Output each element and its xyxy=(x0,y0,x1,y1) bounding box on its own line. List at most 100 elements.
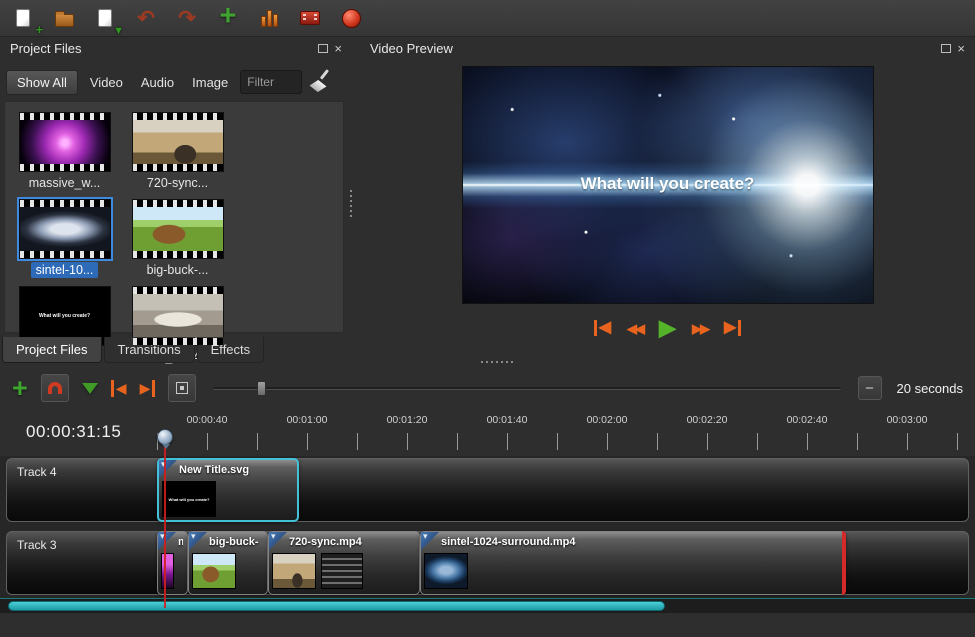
clip-thumbnail xyxy=(272,553,316,589)
project-files-grid: massive_w... 720-sync... sintel-10... bi… xyxy=(4,101,344,333)
clip-menu-icon[interactable]: ▾ xyxy=(158,532,176,550)
slider-handle[interactable] xyxy=(257,381,266,396)
playback-controls: ◀ ◀◀ ▶ ▶▶ ▶ xyxy=(360,317,975,339)
undock-icon[interactable] xyxy=(941,44,951,53)
file-item-big-buck[interactable]: big-buck-... xyxy=(126,199,229,278)
title-thumb-text: What will you create? xyxy=(39,313,90,319)
file-name: sintel-10... xyxy=(31,262,99,278)
clip-new-title[interactable]: ▾ New Title.svg What will you create? xyxy=(157,458,299,522)
video-preview-title: Video Preview xyxy=(370,41,935,56)
timeline-toolbar: + ◀ ▶ − 20 seconds xyxy=(0,368,975,408)
file-thumbnail xyxy=(19,112,111,172)
track-4: Track 4 ▾ New Title.svg What will you cr… xyxy=(6,458,969,522)
filter-image-button[interactable]: Image xyxy=(186,71,234,94)
redo-icon: ↷ xyxy=(178,8,196,29)
clip-end-marker xyxy=(842,531,846,595)
clip-720-sync[interactable]: ▾ 720-sync.mp4 xyxy=(268,531,420,595)
file-thumbnail xyxy=(132,199,224,259)
next-marker-button[interactable]: ▶ xyxy=(140,380,156,397)
clip-menu-icon[interactable]: ▾ xyxy=(189,532,207,550)
timeline-ruler[interactable]: 00:00:40 00:01:00 00:01:20 00:01:40 00:0… xyxy=(0,410,975,456)
filter-input[interactable] xyxy=(240,70,302,94)
new-project-button[interactable]: + xyxy=(10,5,36,31)
zoom-out-button[interactable]: − xyxy=(858,376,882,400)
tab-project-files[interactable]: Project Files xyxy=(2,337,102,363)
snapping-toggle-button[interactable] xyxy=(41,374,69,402)
import-files-button[interactable]: + xyxy=(215,5,241,31)
main-toolbar: + ▼ ↶ ↷ + xyxy=(0,0,975,37)
choose-profile-button[interactable] xyxy=(256,5,282,31)
timeline-zoom-slider[interactable] xyxy=(213,377,840,399)
clip-big-buck[interactable]: ▾ big-buck- xyxy=(188,531,268,595)
rewind-button[interactable]: ◀◀ xyxy=(627,322,643,335)
export-video-button[interactable] xyxy=(338,5,364,31)
file-item-massive[interactable]: massive_w... xyxy=(13,112,116,191)
clip-thumbnail xyxy=(192,553,236,589)
ruler-label: 00:02:40 xyxy=(787,414,828,426)
redo-button[interactable]: ↷ xyxy=(174,5,200,31)
scrollbar-thumb[interactable] xyxy=(8,601,665,611)
clip-menu-icon[interactable]: ▾ xyxy=(269,532,287,550)
file-name: 720-sync... xyxy=(142,175,213,191)
video-preview-panel: Video Preview × What will you create? ◀ … xyxy=(360,37,975,363)
ruler-label: 00:02:00 xyxy=(587,414,628,426)
video-preview-canvas: What will you create? xyxy=(462,66,874,304)
playhead-marker[interactable] xyxy=(157,429,173,445)
magnet-icon xyxy=(48,382,62,394)
center-target-icon xyxy=(176,382,188,394)
filmstrip-icon xyxy=(300,11,320,25)
close-panel-icon[interactable]: × xyxy=(334,42,342,55)
clip-thumbnail xyxy=(424,553,468,589)
clip-label: sintel-1024-surround.mp4 xyxy=(441,536,841,548)
timeline-horizontal-scrollbar[interactable] xyxy=(0,598,975,613)
fast-forward-button[interactable]: ▶▶ xyxy=(692,322,708,335)
files-filter-row: Show All Video Audio Image xyxy=(6,67,346,97)
track-name: Track 3 xyxy=(17,538,57,552)
clip-label: 720-sync.mp4 xyxy=(289,536,415,548)
undock-icon[interactable] xyxy=(318,44,328,53)
clip-sintel[interactable]: ▾ sintel-1024-surround.mp4 xyxy=(420,531,846,595)
vertical-splitter-handle[interactable] xyxy=(350,190,352,218)
clip-massive[interactable]: ▾ m xyxy=(157,531,188,595)
jump-to-end-button[interactable]: ▶ xyxy=(724,320,741,336)
file-thumbnail xyxy=(132,112,224,172)
center-playhead-button[interactable] xyxy=(168,374,196,402)
playhead-line xyxy=(164,444,166,608)
project-files-header: Project Files × xyxy=(0,37,352,60)
open-project-button[interactable] xyxy=(51,5,77,31)
project-files-panel: Project Files × Show All Video Audio Ima… xyxy=(0,37,352,363)
ruler-label: 00:02:20 xyxy=(687,414,728,426)
clip-label: big-buck- xyxy=(209,536,263,548)
fullscreen-button[interactable] xyxy=(297,5,323,31)
save-arrow-icon: ▼ xyxy=(113,25,124,37)
export-video-icon xyxy=(342,9,361,28)
undo-button[interactable]: ↶ xyxy=(133,5,159,31)
previous-marker-button[interactable]: ◀ xyxy=(111,380,127,397)
close-panel-icon[interactable]: × xyxy=(957,42,965,55)
play-button[interactable]: ▶ xyxy=(659,317,676,339)
file-item-720-sync[interactable]: 720-sync... xyxy=(126,112,229,191)
profile-bars-icon xyxy=(261,9,278,27)
add-marker-button[interactable] xyxy=(82,383,98,394)
ruler-label: 00:00:40 xyxy=(187,414,228,426)
jump-to-start-button[interactable]: ◀ xyxy=(594,320,611,336)
clip-label: m xyxy=(178,536,183,548)
file-name: big-buck-... xyxy=(142,262,214,278)
ruler-label: 00:03:00 xyxy=(887,414,928,426)
track-name: Track 4 xyxy=(17,465,57,479)
plus-badge-icon: + xyxy=(35,22,43,37)
horizontal-splitter-handle[interactable] xyxy=(481,361,513,363)
clip-menu-icon[interactable]: ▾ xyxy=(159,460,177,478)
clear-filter-broom-icon[interactable] xyxy=(308,70,334,94)
clip-menu-icon[interactable]: ▾ xyxy=(421,532,439,550)
add-track-button[interactable]: + xyxy=(12,375,28,402)
save-project-button[interactable]: ▼ xyxy=(92,5,118,31)
minus-icon: − xyxy=(865,380,874,397)
clip-filmstrip-decoration xyxy=(321,553,363,589)
slider-track[interactable] xyxy=(213,387,840,390)
filter-video-button[interactable]: Video xyxy=(84,71,129,94)
filter-audio-button[interactable]: Audio xyxy=(135,71,180,94)
file-item-sintel[interactable]: sintel-10... xyxy=(13,199,116,278)
filter-show-all-button[interactable]: Show All xyxy=(6,70,78,95)
timeline-body: 00:00:31:15 00:00:40 00:01:00 00:01:20 0… xyxy=(0,410,975,637)
